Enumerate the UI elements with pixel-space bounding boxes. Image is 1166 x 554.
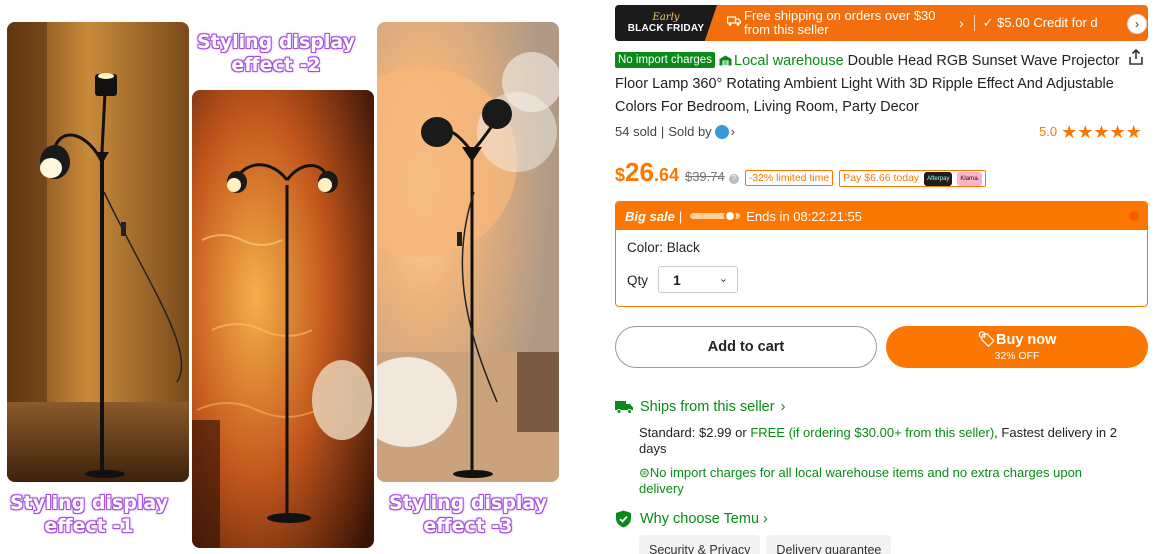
rating[interactable]: 5.0 ★★★★★ <box>1039 121 1142 142</box>
product-image-gallery[interactable]: Styling display effect -2 Styling displa… <box>0 0 566 554</box>
tag-icon: 🏷 <box>977 332 996 348</box>
security-privacy-chip[interactable]: Security & Privacy <box>639 535 761 554</box>
buy-now-label: 🏷Buy now <box>886 331 1148 348</box>
sold-row: 54 sold | Sold by › 5.0 ★★★★★ <box>615 121 1148 142</box>
big-sale-label: Big sale <box>625 208 675 224</box>
credit-promo[interactable]: ✓ $5.00 Credit for d <box>983 15 1098 31</box>
free-shipping-text: Free shipping on orders over $30 from th… <box>744 8 936 37</box>
truck-icon <box>615 401 633 414</box>
klarna-logo: Klarna. <box>957 172 983 186</box>
caption-effect-1: Styling display effect -1 <box>9 492 169 537</box>
sale-countdown: Ends in 08:22:21:55 <box>746 208 862 224</box>
afterpay-logo: Afterpay <box>924 172 953 186</box>
promo-next-button[interactable]: › <box>1127 14 1147 34</box>
chevron-right-icon: › <box>763 511 768 527</box>
current-price: $26.64 <box>615 157 679 188</box>
no-import-charges-badge: No import charges <box>615 52 715 68</box>
product-photo-effect-3[interactable] <box>377 22 559 482</box>
divider: | <box>660 124 665 139</box>
price-info-icon[interactable]: ? <box>728 174 739 184</box>
price-decimals: .64 <box>653 165 679 185</box>
price-integer: 26 <box>625 157 654 187</box>
early-label: Early <box>652 12 680 23</box>
price-row: $26.64 $39.74 ? -32% limited time Pay $6… <box>615 157 992 188</box>
buy-now-discount: 32% OFF <box>994 350 1040 362</box>
chevron-right-icon: › <box>959 15 964 31</box>
black-friday-badge: Early BLACK FRIDAY <box>615 5 717 41</box>
why-choose-temu-link[interactable]: Why choose Temu › <box>615 510 768 528</box>
delivery-guarantee-chip[interactable]: Delivery guarantee <box>766 535 892 554</box>
buy-now-button[interactable]: 🏷Buy now 32% OFF <box>886 326 1148 368</box>
product-photo-effect-2[interactable] <box>192 90 374 548</box>
star-rating-icon: ★★★★★ <box>1061 121 1142 142</box>
warehouse-icon <box>719 55 732 66</box>
no-import-text: No import charges for all local warehous… <box>639 465 1083 496</box>
promo-banner[interactable]: Early BLACK FRIDAY Free shipping on orde… <box>615 5 1148 41</box>
why-choose-text: Why choose Temu <box>640 511 760 527</box>
promo-divider <box>973 15 975 31</box>
sold-count: 54 sold <box>615 124 657 139</box>
product-photo-effect-1[interactable] <box>7 22 189 482</box>
buy-now-text: Buy now <box>996 332 1057 348</box>
quantity-select[interactable]: 1 ⌄ <box>658 266 738 293</box>
standard-shipping-info: Standard: $2.99 or FREE (if ordering $30… <box>639 425 1139 457</box>
add-to-cart-button[interactable]: Add to cart <box>615 326 877 368</box>
chevron-right-icon: › <box>780 399 786 415</box>
local-warehouse-text: Local warehouse <box>734 53 844 69</box>
pay-today-tag[interactable]: Pay $6.66 today Afterpay Klarna. <box>839 170 987 187</box>
check-circle-icon: ⊜ <box>639 465 650 480</box>
product-details-panel: Early BLACK FRIDAY Free shipping on orde… <box>615 0 1155 554</box>
guarantee-chips: Security & Privacy Delivery guarantee <box>639 535 897 554</box>
free-shipping-promo[interactable]: Free shipping on orders over $30 from th… <box>726 8 959 37</box>
standard-shipping-price: Standard: $2.99 or <box>639 425 751 440</box>
sale-progress-bar <box>690 210 741 222</box>
seller-avatar-icon[interactable] <box>714 124 729 139</box>
color-selection[interactable]: Color: Black <box>627 240 700 255</box>
big-sale-divider: | <box>678 208 683 224</box>
ships-from-text: Ships from this seller <box>640 399 775 415</box>
big-sale-box: Big sale | Ends in 08:22:21:55 Color: Bl… <box>615 201 1148 307</box>
caption-effect-3: Styling display effect -3 <box>388 492 548 537</box>
share-icon[interactable] <box>1127 48 1145 66</box>
qty-label: Qty <box>627 273 649 288</box>
local-warehouse-label: Local warehouse <box>719 53 848 69</box>
shield-icon <box>616 510 631 528</box>
black-friday-label: BLACK FRIDAY <box>627 23 705 34</box>
decorative-dot <box>1129 211 1139 221</box>
discount-tag: -32% limited time <box>744 170 834 186</box>
quantity-value: 1 <box>673 272 681 288</box>
free-shipping-condition: FREE (if ordering $30.00+ from this sell… <box>750 425 995 440</box>
sold-by-label[interactable]: Sold by <box>668 124 711 139</box>
pay-today-text: Pay $6.66 today <box>843 172 920 184</box>
seller-chevron-icon[interactable]: › <box>731 124 735 139</box>
big-sale-header: Big sale | Ends in 08:22:21:55 <box>616 202 1147 230</box>
ships-from-seller-link[interactable]: Ships from this seller › <box>615 399 785 415</box>
rating-value: 5.0 <box>1039 124 1058 139</box>
no-import-charges-note: ⊜No import charges for all local warehou… <box>639 465 1129 497</box>
original-price: $39.74 <box>684 169 725 184</box>
chevron-down-icon: ⌄ <box>718 273 728 285</box>
product-title-block: No import charges Local warehouse Double… <box>615 50 1120 119</box>
caption-effect-2: Styling display effect -2 <box>196 31 356 76</box>
price-currency: $ <box>615 165 626 185</box>
truck-icon <box>726 16 742 30</box>
